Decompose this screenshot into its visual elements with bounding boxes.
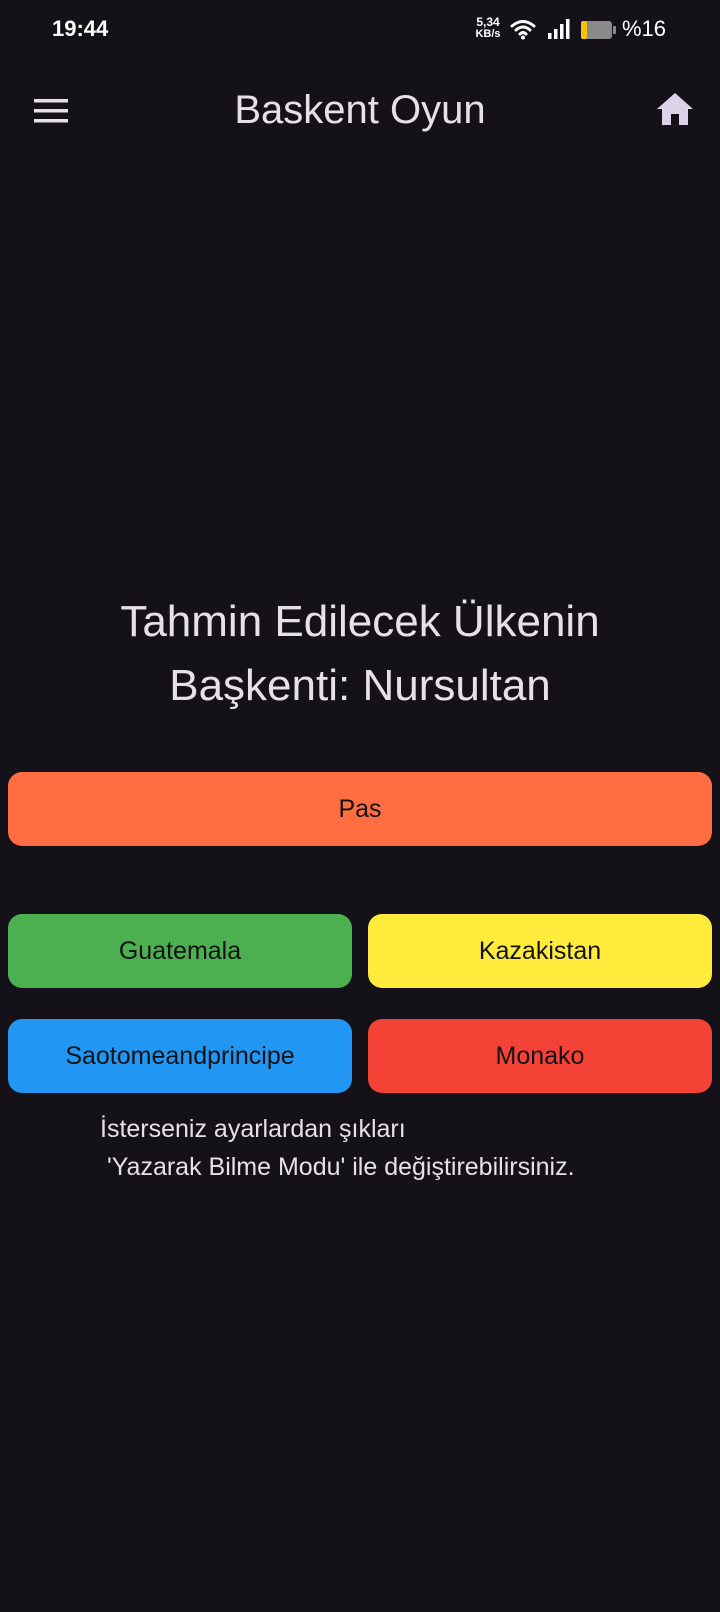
status-time: 19:44 bbox=[52, 16, 109, 41]
answer-button-guatemala[interactable]: Guatemala bbox=[8, 914, 352, 988]
answer-button-saotomeandprincipe[interactable]: Saotomeandprincipe bbox=[8, 1019, 352, 1093]
answer-label: Guatemala bbox=[118, 936, 242, 965]
signal-icon bbox=[548, 19, 570, 39]
answer-label: Kazakistan bbox=[478, 936, 602, 965]
battery-percent: %16 bbox=[622, 16, 667, 41]
network-speed: 5,34 KB/s bbox=[470, 16, 506, 40]
answer-button-kazakistan[interactable]: Kazakistan bbox=[368, 914, 712, 988]
answer-button-monako[interactable]: Monako bbox=[368, 1019, 712, 1093]
wifi-icon bbox=[510, 20, 536, 40]
answer-label: Monako bbox=[495, 1041, 585, 1070]
answer-label: Saotomeandprincipe bbox=[65, 1041, 295, 1070]
pass-button-label: Pas bbox=[338, 794, 382, 823]
app-title: Baskent Oyun bbox=[234, 88, 486, 132]
question-line-1: Tahmin Edilecek Ülkenin bbox=[120, 597, 600, 646]
battery-icon bbox=[581, 21, 616, 39]
question-text: Tahmin Edilecek Ülkenin Başkenti: Nursul… bbox=[60, 590, 660, 718]
hint-line-2: 'Yazarak Bilme Modu' ile değiştirebilirs… bbox=[100, 1153, 575, 1181]
home-icon[interactable] bbox=[656, 92, 694, 126]
pass-button[interactable]: Pas bbox=[8, 772, 712, 846]
status-bar: 19:44 5,34 KB/s %16 bbox=[0, 0, 720, 60]
settings-hint: İsterseniz ayarlardan şıkları 'Yazarak B… bbox=[100, 1110, 700, 1186]
app-bar: Baskent Oyun bbox=[0, 68, 720, 158]
question-line-2: Başkenti: Nursultan bbox=[169, 661, 551, 710]
hint-line-1: İsterseniz ayarlardan şıkları bbox=[100, 1115, 406, 1143]
network-speed-value: 5,34 bbox=[476, 15, 500, 29]
network-speed-unit: KB/s bbox=[475, 28, 501, 40]
